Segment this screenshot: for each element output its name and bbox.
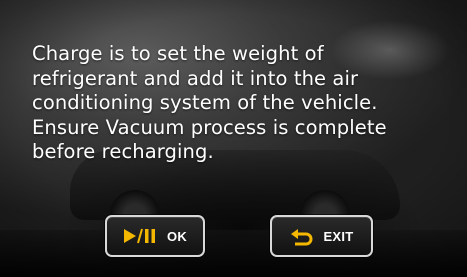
play-pause-icon — [123, 228, 157, 244]
message-line: Charge is to set the weight of — [32, 42, 324, 65]
charge-description-text: Charge is to set the weight of refrigera… — [32, 42, 452, 165]
message-line: Ensure Vacuum process is complete — [32, 115, 387, 139]
ok-button-label: OK — [166, 228, 188, 244]
exit-button[interactable]: EXIT — [270, 215, 373, 257]
background-floor — [0, 230, 467, 277]
ok-button[interactable]: OK — [105, 215, 205, 257]
return-arrow-icon — [289, 226, 313, 246]
exit-button-label: EXIT — [323, 228, 354, 244]
message-line: before recharging. — [32, 140, 214, 163]
message-line: conditioning system of the vehicle. — [32, 91, 378, 114]
charge-info-screen: Charge is to set the weight of refrigera… — [0, 0, 467, 277]
message-line: refrigerant and add it into the air — [32, 66, 359, 90]
